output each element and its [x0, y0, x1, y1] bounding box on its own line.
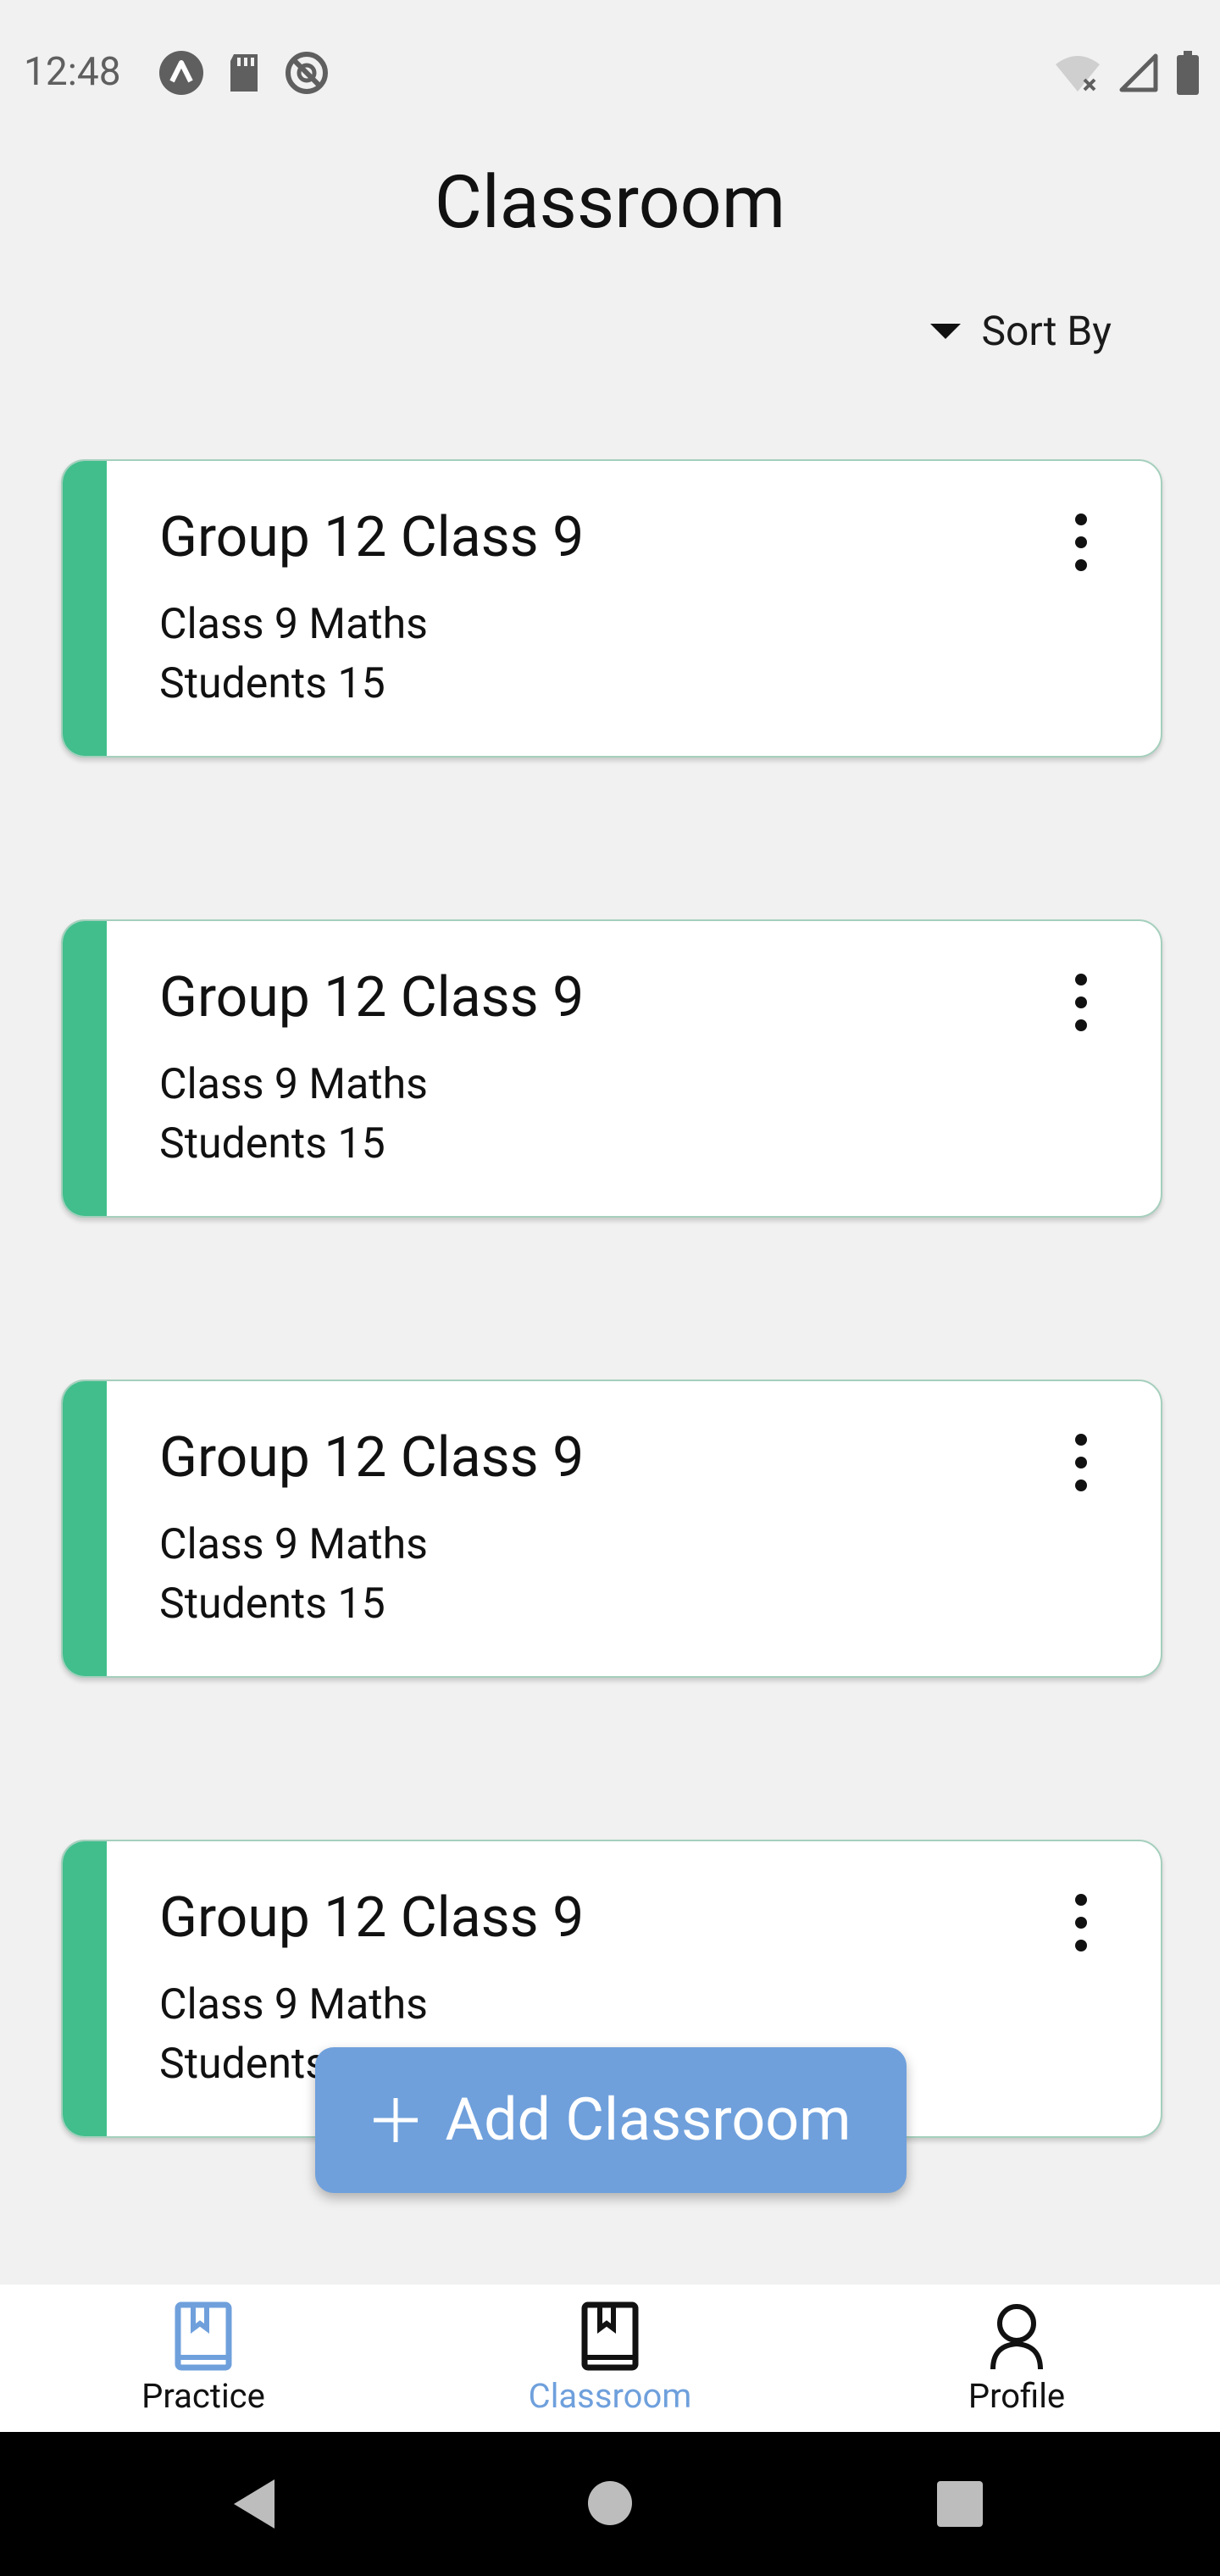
- card-accent-bar: [63, 921, 107, 1216]
- card-subject: Class 9 Maths: [159, 1060, 428, 1109]
- recents-icon[interactable]: [937, 2481, 983, 2527]
- signal-icon: [1119, 53, 1158, 92]
- system-nav-bar: [0, 2432, 1220, 2576]
- more-vert-icon[interactable]: [1064, 1889, 1098, 1957]
- more-vert-icon[interactable]: [1064, 508, 1098, 576]
- card-accent-bar: [63, 1381, 107, 1676]
- card-subject: Class 9 Maths: [159, 1980, 428, 2029]
- card-students: Students 15: [159, 1119, 385, 1169]
- card-title: Group 12 Class 9: [159, 1885, 585, 1951]
- card-students: Students 15: [159, 1579, 385, 1629]
- card-title: Group 12 Class 9: [159, 1425, 585, 1491]
- book-icon: [175, 2301, 232, 2371]
- more-vert-icon[interactable]: [1064, 1429, 1098, 1496]
- no-sync-icon: [286, 52, 328, 94]
- classroom-card[interactable]: Group 12 Class 9 Class 9 Maths Students …: [61, 1380, 1162, 1678]
- wifi-off-icon: [1056, 56, 1100, 92]
- more-vert-icon[interactable]: [1064, 969, 1098, 1036]
- card-subject: Class 9 Maths: [159, 1520, 428, 1569]
- add-classroom-label: Add Classroom: [445, 2085, 851, 2155]
- plus-icon: [374, 2098, 419, 2142]
- a-icon: [159, 51, 203, 95]
- status-bar: 12:48: [0, 0, 1220, 144]
- nav-label-classroom: Classroom: [528, 2376, 692, 2416]
- classroom-screen: 12:48 Classroom Sort By Group 12 Class 9…: [0, 0, 1220, 2576]
- back-icon[interactable]: [230, 2478, 278, 2530]
- card-students: Students 15: [159, 659, 385, 708]
- nav-item-profile[interactable]: Profile: [813, 2285, 1220, 2432]
- page-title: Classroom: [434, 159, 786, 245]
- card-accent-bar: [63, 461, 107, 756]
- card-title: Group 12 Class 9: [159, 965, 585, 1030]
- bottom-nav: Practice Classroom Profile: [0, 2285, 1220, 2432]
- status-icons-left: [158, 49, 330, 97]
- status-time: 12:48: [24, 49, 121, 95]
- caret-down-icon: [930, 323, 962, 339]
- home-icon[interactable]: [586, 2479, 634, 2527]
- nav-item-practice[interactable]: Practice: [0, 2285, 407, 2432]
- nav-item-classroom[interactable]: Classroom: [407, 2285, 813, 2432]
- card-subject: Class 9 Maths: [159, 600, 428, 649]
- person-icon: [990, 2304, 1043, 2370]
- sort-by-button[interactable]: Sort By: [930, 307, 1112, 355]
- classroom-card[interactable]: Group 12 Class 9 Class 9 Maths Students …: [61, 459, 1162, 758]
- nav-label-practice: Practice: [141, 2376, 265, 2416]
- sd-card-icon: [230, 54, 258, 92]
- nav-label-profile: Profile: [968, 2376, 1066, 2416]
- classroom-card[interactable]: Group 12 Class 9 Class 9 Maths Students …: [61, 919, 1162, 1218]
- sort-by-label: Sort By: [981, 307, 1112, 355]
- add-classroom-button[interactable]: Add Classroom: [315, 2047, 907, 2193]
- status-icons-right: [1054, 49, 1200, 97]
- card-title: Group 12 Class 9: [159, 505, 585, 570]
- book-icon: [581, 2301, 639, 2371]
- card-accent-bar: [63, 1841, 107, 2136]
- battery-icon: [1177, 51, 1199, 95]
